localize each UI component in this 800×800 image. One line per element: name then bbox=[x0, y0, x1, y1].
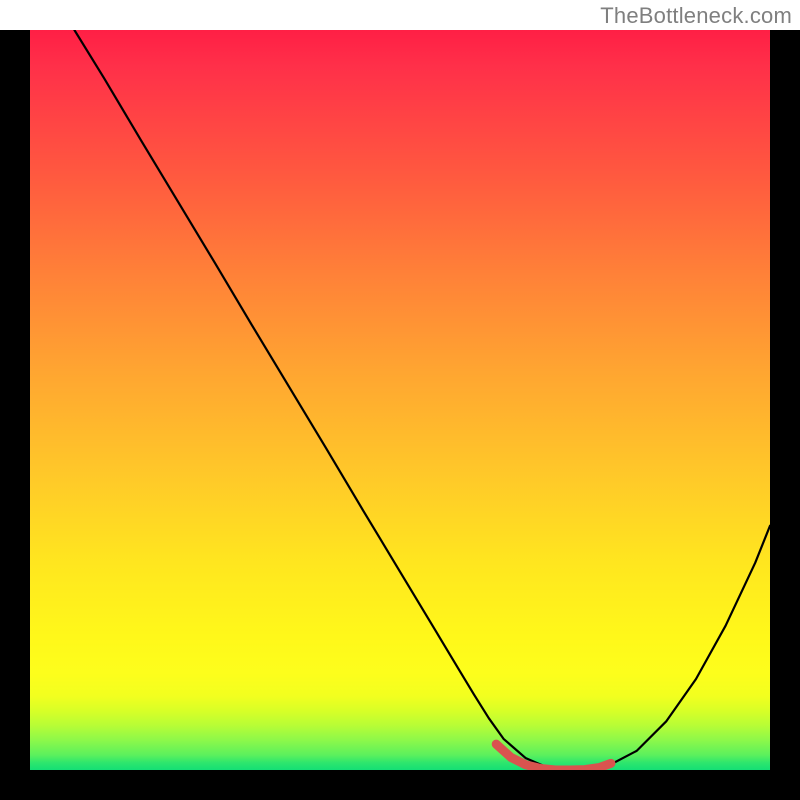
watermark-text: TheBottleneck.com bbox=[600, 3, 792, 29]
header-bar: TheBottleneck.com bbox=[0, 0, 800, 30]
plot-area bbox=[30, 30, 770, 770]
bottleneck-curve-line bbox=[74, 30, 770, 770]
chart-frame: TheBottleneck.com bbox=[0, 0, 800, 800]
chart-overlay bbox=[30, 30, 770, 770]
